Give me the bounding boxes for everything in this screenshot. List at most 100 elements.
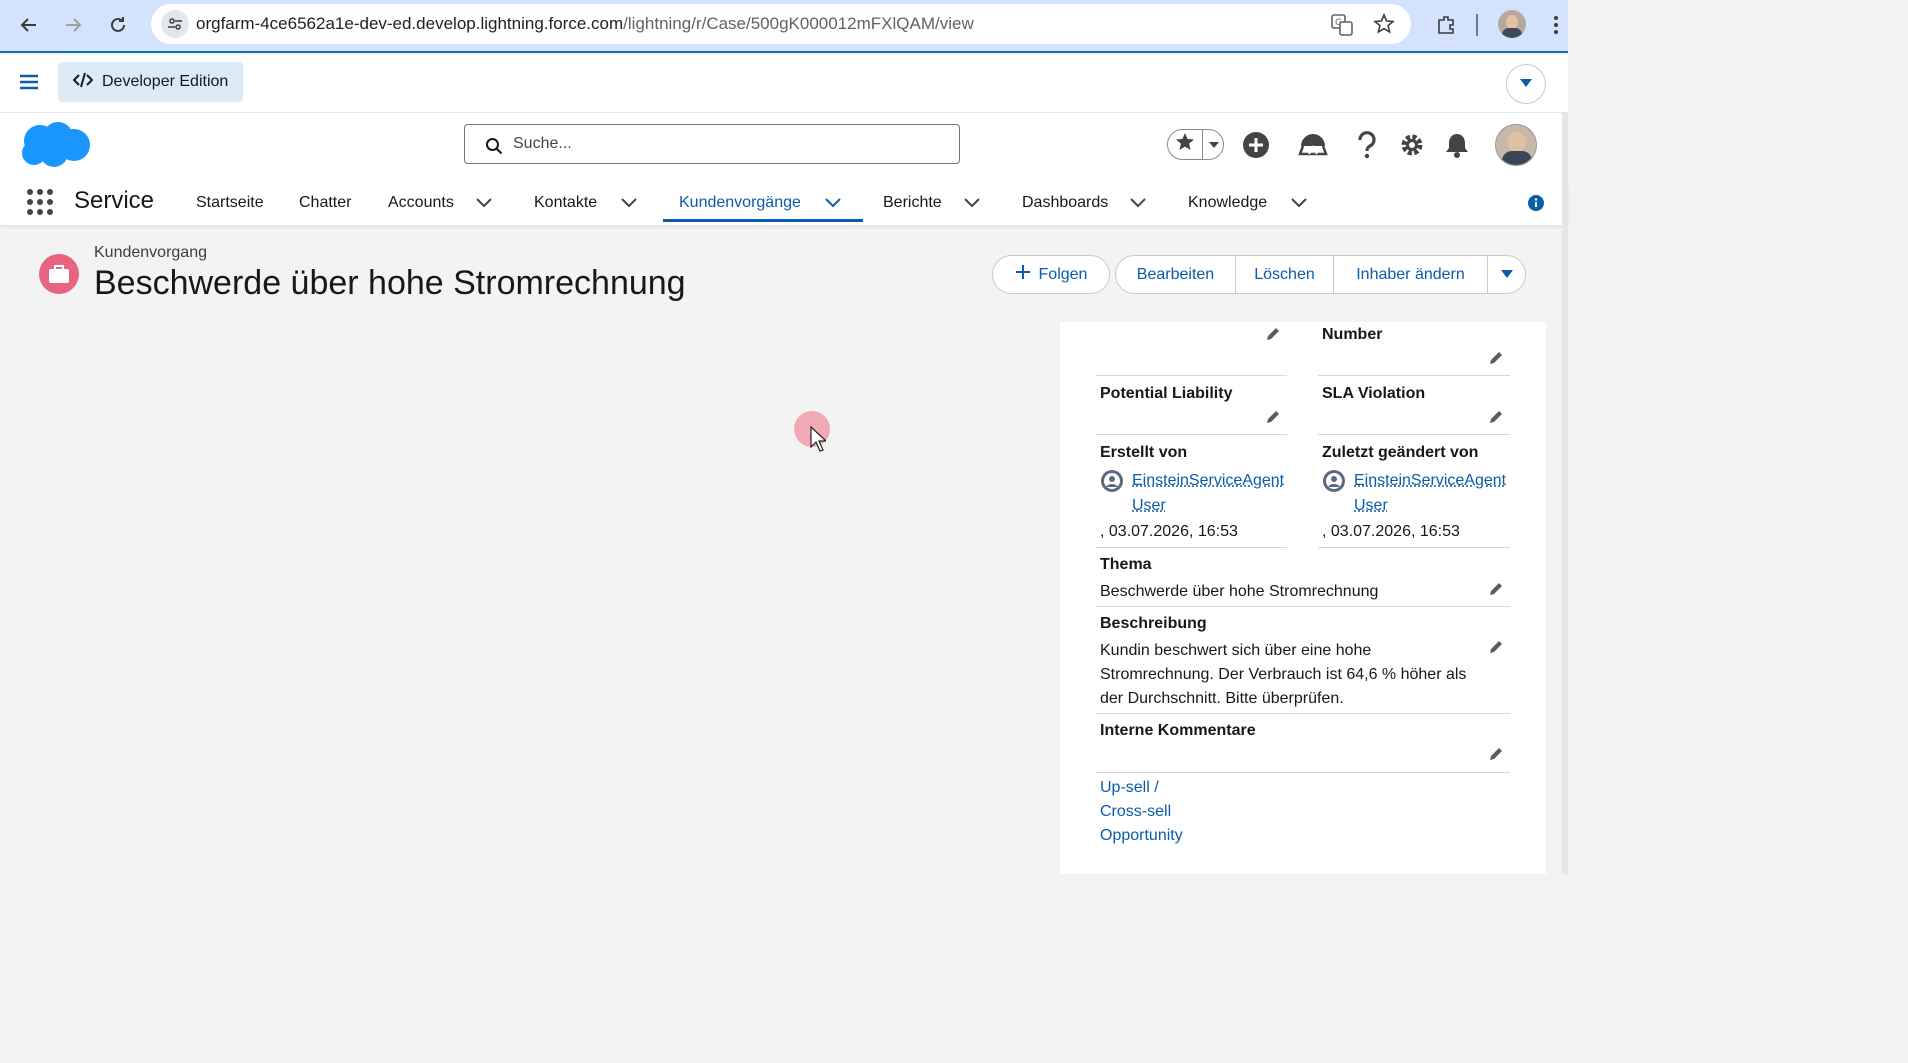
case-record-icon xyxy=(39,254,79,294)
accounts-chevron-down-icon[interactable] xyxy=(475,181,493,225)
nav-tab-berichte[interactable]: Berichte xyxy=(883,181,942,225)
browser-profile-avatar[interactable] xyxy=(1498,10,1526,38)
dev-menu-dropdown-button[interactable] xyxy=(1506,64,1546,104)
subject-value: Beschwerde über hohe Stromrechnung xyxy=(1100,583,1379,600)
edit-pencil-icon[interactable] xyxy=(1265,409,1281,430)
created-date: , 03.07.2026, 16:53 xyxy=(1100,523,1238,540)
nav-tab-knowledge[interactable]: Knowledge xyxy=(1188,181,1267,225)
created-by-user-link[interactable]: EinsteinServiceAgent xyxy=(1132,469,1284,493)
kontakte-chevron-down-icon[interactable] xyxy=(620,181,638,225)
salesforce-cloud-logo xyxy=(18,119,92,176)
modified-by-user-link-line2[interactable]: User xyxy=(1354,494,1388,518)
developer-edition-bar: Developer Edition xyxy=(0,55,1568,113)
modified-date: , 03.07.2026, 16:53 xyxy=(1322,523,1460,540)
field-separator xyxy=(1096,772,1510,773)
global-actions-add-icon[interactable] xyxy=(1240,125,1272,165)
notifications-bell-icon[interactable] xyxy=(1441,125,1473,165)
translate-icon[interactable]: G xyxy=(1331,14,1353,41)
field-separator xyxy=(1318,547,1510,548)
nav-tab-chatter[interactable]: Chatter xyxy=(299,181,351,225)
page-scrollbar[interactable] xyxy=(1562,113,1568,874)
developer-edition-label: Developer Edition xyxy=(102,73,229,90)
berichte-chevron-down-icon[interactable] xyxy=(963,181,981,225)
edit-pencil-icon[interactable] xyxy=(1488,581,1504,602)
sla-violation-label: SLA Violation xyxy=(1322,385,1426,402)
edit-pencil-icon[interactable] xyxy=(1488,746,1504,767)
user-avatar-icon xyxy=(1100,469,1124,498)
nav-tab-dashboards[interactable]: Dashboards xyxy=(1022,181,1108,225)
follow-label: Folgen xyxy=(1038,265,1088,283)
favorites-divider xyxy=(1202,129,1203,160)
more-actions-button[interactable] xyxy=(1487,255,1526,294)
info-icon[interactable] xyxy=(1528,195,1544,216)
favorites-star-icon xyxy=(1174,131,1196,158)
description-label: Beschreibung xyxy=(1100,615,1207,632)
mouse-pointer-icon xyxy=(810,425,828,457)
created-by-user-link-line2[interactable]: User xyxy=(1132,494,1166,518)
knowledge-chevron-down-icon[interactable] xyxy=(1290,181,1308,225)
record-details-panel: Number Potential Liability SLA Violation… xyxy=(1060,322,1546,874)
last-modified-by-label: Zuletzt geändert von xyxy=(1322,444,1479,461)
dashboards-chevron-down-icon[interactable] xyxy=(1129,181,1147,225)
record-title: Beschwerde über hohe Stromrechnung xyxy=(94,264,686,302)
potential-liability-label: Potential Liability xyxy=(1100,385,1233,402)
help-question-icon[interactable] xyxy=(1352,125,1382,165)
url-path: /lightning/r/Case/500gK000012mFXlQAM/vie… xyxy=(623,14,974,33)
global-header: Suche... xyxy=(0,113,1568,181)
number-label: Number xyxy=(1322,326,1383,343)
trailhead-guidance-icon[interactable] xyxy=(1296,125,1330,165)
favorites-button[interactable] xyxy=(1167,129,1224,160)
created-by-label: Erstellt von xyxy=(1100,444,1188,461)
caret-down-icon xyxy=(1519,75,1533,93)
back-icon[interactable] xyxy=(14,10,44,40)
upsell-link-line-3[interactable]: Opportunity xyxy=(1100,824,1183,848)
developer-edition-badge[interactable]: Developer Edition xyxy=(58,62,244,102)
address-bar[interactable]: orgfarm-4ce6562a1e-dev-ed.develop.lightn… xyxy=(151,4,1411,44)
toolbar-divider xyxy=(1476,14,1478,36)
field-separator xyxy=(1096,434,1287,435)
reload-icon[interactable] xyxy=(103,10,133,40)
browser-menu-icon[interactable] xyxy=(1541,10,1571,40)
description-line-1: Kundin beschwert sich über eine hohe xyxy=(1100,642,1372,659)
field-separator xyxy=(1096,606,1510,607)
follow-button[interactable]: Folgen xyxy=(992,255,1110,294)
url-host: orgfarm-4ce6562a1e-dev-ed.develop.lightn… xyxy=(196,14,624,33)
nav-tab-startseite[interactable]: Startseite xyxy=(196,181,264,225)
site-settings-icon[interactable] xyxy=(161,10,189,38)
change-owner-button[interactable]: Inhaber ändern xyxy=(1333,255,1488,294)
app-navigation-bar: Service Startseite Chatter Accounts Kont… xyxy=(0,181,1568,225)
nav-tab-accounts[interactable]: Accounts xyxy=(388,181,454,225)
field-separator xyxy=(1318,434,1510,435)
url-text: orgfarm-4ce6562a1e-dev-ed.develop.lightn… xyxy=(196,14,974,34)
setup-gear-icon[interactable] xyxy=(1396,125,1428,165)
field-separator xyxy=(1318,375,1510,376)
edit-pencil-icon[interactable] xyxy=(1265,326,1281,347)
delete-button[interactable]: Löschen xyxy=(1235,255,1334,294)
upsell-link-line-2[interactable]: Cross-sell xyxy=(1100,800,1171,824)
hamburger-menu-icon[interactable] xyxy=(18,72,40,97)
upsell-link-line-1[interactable]: Up-sell / xyxy=(1100,776,1159,800)
extensions-icon[interactable] xyxy=(1431,10,1461,40)
code-icon xyxy=(72,72,94,93)
search-placeholder: Suche... xyxy=(513,135,572,152)
internal-comments-label: Interne Kommentare xyxy=(1100,722,1256,739)
subject-label: Thema xyxy=(1100,556,1152,573)
modified-by-user-link[interactable]: EinsteinServiceAgent xyxy=(1354,469,1506,493)
search-icon xyxy=(485,137,503,160)
browser-toolbar: orgfarm-4ce6562a1e-dev-ed.develop.lightn… xyxy=(0,0,1568,53)
user-avatar[interactable] xyxy=(1495,124,1537,166)
edit-pencil-icon[interactable] xyxy=(1488,409,1504,430)
bookmark-star-icon[interactable] xyxy=(1373,12,1395,40)
favorites-caret-icon[interactable] xyxy=(1208,136,1220,154)
nav-tab-kontakte[interactable]: Kontakte xyxy=(534,181,597,225)
record-type-label: Kundenvorgang xyxy=(94,244,207,261)
app-launcher-icon[interactable] xyxy=(26,188,54,221)
edit-button[interactable]: Bearbeiten xyxy=(1115,255,1236,294)
forward-icon[interactable] xyxy=(58,10,88,40)
field-separator xyxy=(1096,547,1287,548)
edit-pencil-icon[interactable] xyxy=(1488,350,1504,371)
field-separator xyxy=(1096,375,1287,376)
global-search-input[interactable]: Suche... xyxy=(464,124,960,164)
field-separator xyxy=(1096,713,1510,714)
edit-pencil-icon[interactable] xyxy=(1488,639,1504,660)
